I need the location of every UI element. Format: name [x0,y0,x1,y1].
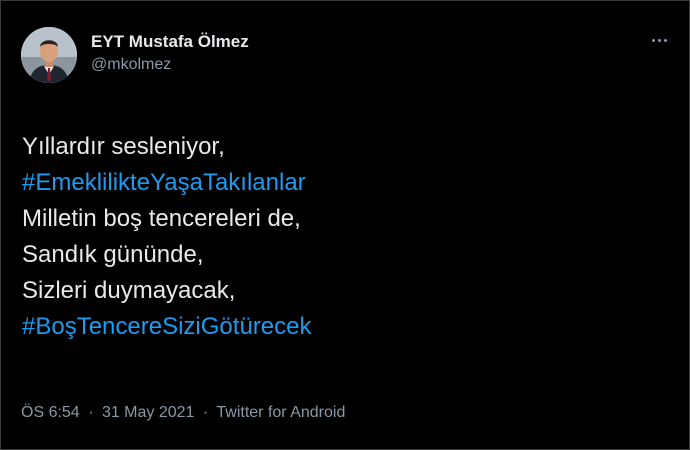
tweet-line: Sandık gününde, [22,241,204,268]
tweet-date[interactable]: 31 May 2021 [102,404,195,421]
more-options-icon[interactable] [652,39,667,42]
user-handle[interactable]: @mkolmez [91,53,249,77]
tweet-card: EYT Mustafa Ölmez @mkolmez Yıllardır ses… [0,0,690,450]
tweet-meta: ÖS 6:54 · 31 May 2021 · Twitter for Andr… [21,404,345,422]
dot [664,39,667,42]
tweet-source[interactable]: Twitter for Android [216,404,345,421]
tweet-line: Milletin boş tencereleri de, [22,205,301,232]
dot [658,39,661,42]
tweet-header: EYT Mustafa Ölmez @mkolmez [21,27,249,83]
tweet-text: Yıllardır sesleniyor, #EmeklilikteYaşaTa… [22,129,311,345]
avatar[interactable] [21,27,77,83]
separator: · [88,404,94,421]
hashtag-link[interactable]: #BoşTencereSiziGötürecek [22,309,311,345]
tweet-line: Sizleri duymayacak, [22,277,236,304]
tweet-line: Yıllardır sesleniyor, [22,133,225,160]
dot [652,39,655,42]
hashtag-link[interactable]: #EmeklilikteYaşaTakılanlar [22,165,311,201]
separator: · [202,404,209,421]
profile-photo-icon [21,27,77,83]
tweet-time[interactable]: ÖS 6:54 [21,404,80,421]
display-name[interactable]: EYT Mustafa Ölmez [91,31,249,53]
user-info: EYT Mustafa Ölmez @mkolmez [91,31,249,77]
